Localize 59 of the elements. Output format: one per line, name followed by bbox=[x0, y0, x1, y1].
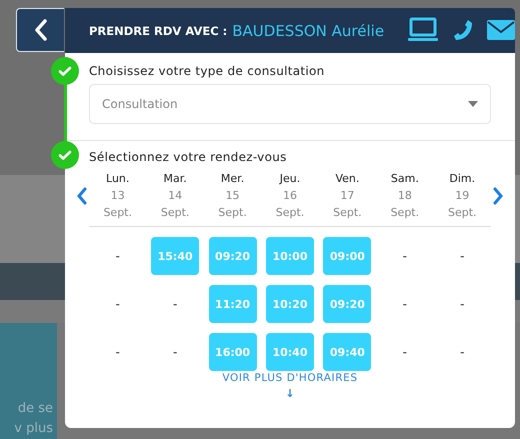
step-label: Sélectionnez votre rendez-vous bbox=[89, 150, 288, 164]
next-week-icon[interactable] bbox=[491, 186, 505, 204]
day-month: Sept. bbox=[103, 205, 132, 221]
no-slot-dash: - bbox=[172, 297, 178, 311]
time-slot-button[interactable]: 15:40 bbox=[151, 237, 200, 275]
time-slot-button[interactable]: 09:20 bbox=[208, 237, 257, 275]
previous-week-icon[interactable] bbox=[75, 186, 89, 204]
day-name: Lun. bbox=[106, 171, 130, 187]
day-month: Sept. bbox=[276, 205, 304, 221]
day-month: Sept. bbox=[333, 205, 362, 221]
day-name: Jeu. bbox=[280, 171, 300, 187]
day-name: Dim. bbox=[449, 171, 476, 187]
no-slot-dash: - bbox=[460, 297, 464, 311]
no-slot-dash: - bbox=[460, 249, 464, 263]
time-slot-button[interactable]: 10:40 bbox=[266, 333, 314, 371]
down-arrow[interactable]: ↓ bbox=[285, 387, 295, 401]
day-name: Ven. bbox=[335, 171, 360, 187]
no-slot-dash: - bbox=[402, 249, 408, 263]
background-text: v plus bbox=[14, 421, 54, 437]
no-slot-dash: - bbox=[460, 345, 464, 359]
day-date: 16 bbox=[282, 188, 297, 204]
time-slot-button[interactable]: 16:00 bbox=[208, 333, 257, 371]
no-slot-dash: - bbox=[116, 345, 120, 359]
no-slot-dash: - bbox=[402, 297, 408, 311]
day-month: Sept. bbox=[218, 205, 247, 221]
time-slot-button[interactable]: 10:20 bbox=[266, 285, 314, 323]
time-slot-button[interactable]: 09:20 bbox=[323, 285, 372, 323]
no-slot-dash: - bbox=[172, 345, 178, 359]
day-name: Mer. bbox=[220, 171, 244, 187]
day-month: Sept. bbox=[160, 205, 190, 221]
back-icon bbox=[32, 18, 48, 42]
day-date: 13 bbox=[110, 188, 125, 204]
time-slot-button[interactable]: 11:20 bbox=[208, 285, 257, 323]
phone-icon[interactable] bbox=[453, 19, 473, 41]
step-label: Choisissez votre type de consultation bbox=[89, 64, 326, 78]
more-times-link[interactable]: VOIR PLUS D'HORAIRES bbox=[222, 372, 358, 384]
day-name: Sam. bbox=[390, 171, 419, 187]
no-slot-dash: - bbox=[402, 345, 408, 359]
day-date: 17 bbox=[340, 188, 354, 204]
time-slot-button[interactable]: 09:00 bbox=[323, 237, 372, 275]
consultation-select[interactable]: Consultation bbox=[89, 84, 491, 124]
dialog-title: PRENDRE RDV AVEC : bbox=[89, 24, 228, 38]
background-text: de se bbox=[18, 401, 54, 417]
day-date: 14 bbox=[168, 188, 182, 204]
no-slot-dash: - bbox=[116, 249, 120, 263]
day-date: 15 bbox=[226, 188, 240, 204]
day-name: Mar. bbox=[164, 171, 187, 187]
laptop-icon[interactable] bbox=[407, 17, 439, 43]
time-slot-button[interactable]: 09:40 bbox=[323, 333, 372, 371]
practitioner-name: BAUDESSON Aurélie bbox=[232, 22, 384, 40]
day-date: 18 bbox=[398, 188, 412, 204]
day-date: 19 bbox=[455, 188, 470, 204]
no-slot-dash: - bbox=[116, 297, 120, 311]
day-month: Sept. bbox=[390, 205, 420, 221]
day-month: Sept. bbox=[448, 205, 477, 221]
mail-icon[interactable] bbox=[487, 20, 515, 40]
time-slot-button[interactable]: 10:00 bbox=[266, 237, 314, 275]
dropdown-caret-icon bbox=[468, 101, 478, 107]
back-button[interactable] bbox=[16, 8, 64, 52]
